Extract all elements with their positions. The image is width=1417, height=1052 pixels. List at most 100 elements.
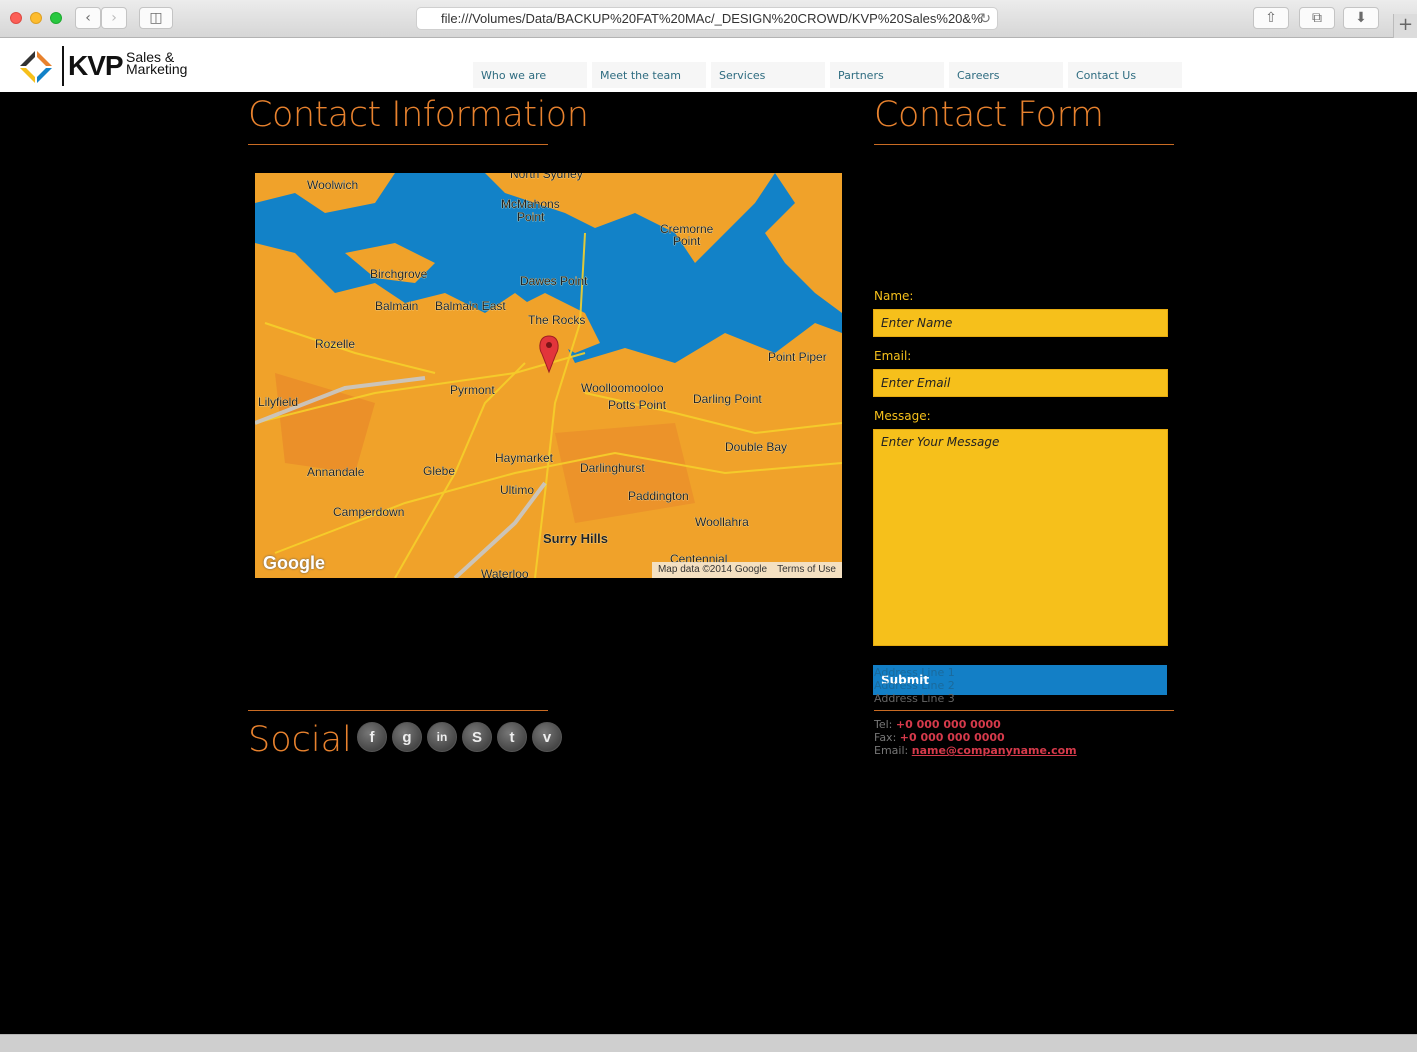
email-label-static: Email:: [874, 744, 909, 757]
email-line: Email: name@companyname.com: [874, 744, 1077, 757]
facebook-icon[interactable]: f: [357, 722, 387, 752]
svg-text:Annandale: Annandale: [307, 465, 365, 479]
svg-text:Double Bay: Double Bay: [725, 440, 787, 454]
sidebar-toggle-button[interactable]: ◫: [139, 7, 173, 29]
logo-divider: [62, 46, 64, 86]
contact-form-title: Contact Form: [874, 95, 1104, 135]
location-map[interactable]: Woolwich North Sydney McMahons Point Cre…: [255, 173, 842, 578]
map-attribution: Map data ©2014 Google Terms of Use: [651, 562, 842, 578]
linkedin-icon[interactable]: in: [427, 722, 457, 752]
email-link[interactable]: name@companyname.com: [912, 744, 1077, 757]
site-header: KVP Sales & Marketing Who we are Meet th…: [0, 38, 1417, 92]
chevron-right-icon: ›: [111, 10, 117, 26]
share-icon: ⇧: [1265, 10, 1277, 26]
contact-info-title: Contact Information: [248, 95, 589, 135]
contact-form-divider: [874, 144, 1174, 145]
svg-text:Woolloomooloo: Woolloomooloo: [581, 381, 664, 395]
status-bar: [0, 1034, 1417, 1052]
svg-text:Woollahra: Woollahra: [695, 515, 749, 529]
nav-item-contact-us[interactable]: Contact Us: [1068, 62, 1182, 88]
plus-icon: +: [1397, 14, 1414, 35]
window-zoom-button[interactable]: [50, 12, 62, 24]
logo-subtitle: Sales & Marketing: [126, 49, 188, 77]
svg-text:The Rocks: The Rocks: [528, 313, 585, 327]
google-plus-icon[interactable]: g: [392, 722, 422, 752]
share-button[interactable]: ⇧: [1253, 7, 1289, 29]
svg-text:Balmain East: Balmain East: [435, 299, 506, 313]
downloads-button[interactable]: ⬇: [1343, 7, 1379, 29]
email-label: Email:: [874, 349, 912, 363]
map-data-text: Map data ©2014 Google: [657, 564, 768, 575]
svg-text:Point Piper: Point Piper: [768, 350, 827, 364]
nav-item-meet-the-team[interactable]: Meet the team: [592, 62, 706, 88]
url-text: file:///Volumes/Data/BACKUP%20FAT%20MAc/…: [441, 11, 983, 26]
social-divider: [248, 710, 548, 711]
svg-text:Camperdown: Camperdown: [333, 505, 404, 519]
back-button[interactable]: ‹: [75, 7, 101, 29]
logo-mark-icon: [20, 51, 52, 83]
message-label: Message:: [874, 409, 931, 423]
svg-text:Pyrmont: Pyrmont: [450, 383, 495, 397]
nav-item-partners[interactable]: Partners: [830, 62, 944, 88]
address-bar[interactable]: file:///Volumes/Data/BACKUP%20FAT%20MAc/…: [416, 7, 998, 30]
main-nav: Who we are Meet the team Services Partne…: [473, 62, 1187, 88]
svg-text:Glebe: Glebe: [423, 464, 455, 478]
svg-text:Darling Point: Darling Point: [693, 392, 762, 406]
browser-toolbar: ‹ › ◫ file:///Volumes/Data/BACKUP%20FAT%…: [0, 0, 1417, 38]
reload-icon[interactable]: ↻: [979, 10, 991, 27]
tel-label: Tel:: [874, 718, 893, 731]
contact-info-divider: [248, 144, 548, 145]
fax-line: Fax: +0 000 000 0000: [874, 731, 1005, 744]
social-icons: f g in S t v: [357, 722, 562, 752]
social-title: Social: [248, 720, 352, 760]
svg-text:North Sydney: North Sydney: [510, 173, 583, 181]
logo-text: KVP: [68, 50, 124, 81]
terms-of-use-link[interactable]: Terms of Use: [777, 564, 836, 578]
chevron-left-icon: ‹: [85, 10, 91, 26]
svg-text:Point: Point: [673, 234, 701, 248]
tel-line: Tel: +0 000 000 0000: [874, 718, 1001, 731]
download-icon: ⬇: [1355, 10, 1367, 26]
map-canvas: Woolwich North Sydney McMahons Point Cre…: [255, 173, 842, 578]
name-field[interactable]: [873, 309, 1168, 337]
sidebar-icon: ◫: [149, 10, 163, 26]
svg-text:Paddington: Paddington: [628, 489, 689, 503]
svg-text:Woolwich: Woolwich: [307, 178, 358, 192]
google-logo: Google: [263, 553, 325, 573]
svg-text:McMahons: McMahons: [501, 197, 560, 211]
new-tab-button[interactable]: +: [1393, 14, 1417, 38]
window-close-button[interactable]: [10, 12, 22, 24]
svg-text:Waterloo: Waterloo: [481, 567, 529, 578]
skype-icon[interactable]: S: [462, 722, 492, 752]
svg-text:Surry Hills: Surry Hills: [543, 531, 608, 546]
svg-text:Dawes Point: Dawes Point: [520, 274, 588, 288]
svg-text:Potts Point: Potts Point: [608, 398, 667, 412]
tel-value: +0 000 000 0000: [895, 718, 1001, 731]
fax-value: +0 000 000 0000: [899, 731, 1005, 744]
fax-label: Fax:: [874, 731, 897, 744]
name-label: Name:: [874, 289, 914, 303]
tabs-overview-button[interactable]: ⧉: [1299, 7, 1335, 29]
address-line-2: Address Line 2: [874, 679, 955, 692]
svg-text:Ultimo: Ultimo: [500, 483, 534, 497]
forward-button[interactable]: ›: [101, 7, 127, 29]
svg-text:Haymarket: Haymarket: [495, 451, 554, 465]
svg-text:Birchgrove: Birchgrove: [370, 267, 428, 281]
email-field[interactable]: [873, 369, 1168, 397]
svg-text:Point: Point: [517, 210, 545, 224]
svg-text:Balmain: Balmain: [375, 299, 418, 313]
tabs-icon: ⧉: [1312, 10, 1322, 26]
site-logo[interactable]: KVP Sales & Marketing: [18, 44, 198, 86]
nav-item-careers[interactable]: Careers: [949, 62, 1063, 88]
vimeo-icon[interactable]: v: [532, 722, 562, 752]
nav-item-who-we-are[interactable]: Who we are: [473, 62, 587, 88]
window-minimize-button[interactable]: [30, 12, 42, 24]
message-field[interactable]: [873, 429, 1168, 646]
nav-item-services[interactable]: Services: [711, 62, 825, 88]
svg-text:Darlinghurst: Darlinghurst: [580, 461, 645, 475]
svg-text:Lilyfield: Lilyfield: [258, 395, 298, 409]
twitter-icon[interactable]: t: [497, 722, 527, 752]
address-line-3: Address Line 3: [874, 692, 955, 705]
svg-text:Rozelle: Rozelle: [315, 337, 355, 351]
address-divider: [874, 710, 1174, 711]
